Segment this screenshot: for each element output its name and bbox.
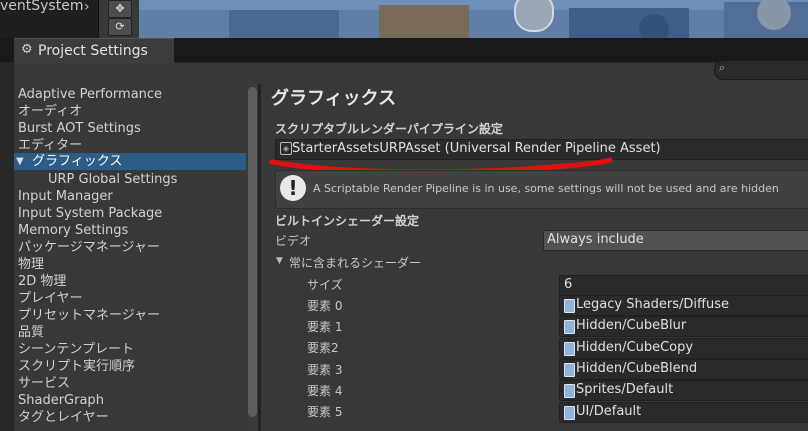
search-input[interactable]: ⌕ — [714, 60, 808, 80]
element-label: 要素2 — [307, 341, 339, 355]
help-text: A Scriptable Render Pipeline is in use, … — [313, 182, 779, 195]
window-toolbar — [14, 63, 808, 83]
shader-name: Hidden/CubeBlur — [576, 318, 687, 333]
sidebar-item-editor[interactable]: エディター — [18, 137, 82, 154]
gear-icon: ⚙ — [21, 42, 33, 57]
hierarchy-item-label[interactable]: ventSystem — [0, 0, 83, 14]
size-value: 6 — [564, 277, 573, 292]
shader-name: Hidden/CubeCopy — [576, 340, 694, 355]
sidebar-item-adaptive-performance[interactable]: Adaptive Performance — [18, 86, 162, 103]
scene-sky — [139, 0, 808, 10]
move-tool-icon[interactable]: ✥ — [108, 0, 132, 18]
shader-icon — [564, 342, 575, 356]
size-input[interactable]: 6 — [559, 275, 808, 296]
scene-sphere — [514, 0, 554, 32]
element-label: 要素 1 — [307, 320, 343, 334]
shader-name: Legacy Shaders/Diffuse — [576, 297, 729, 312]
element-label: 要素 5 — [307, 405, 343, 419]
sidebar-item-shadergraph[interactable]: ShaderGraph — [18, 392, 104, 409]
scene-view[interactable] — [139, 0, 808, 38]
sidebar-item-script-execution-order[interactable]: スクリプト実行順序 — [18, 358, 135, 375]
search-icon: ⌕ — [719, 61, 726, 74]
sidebar-item-physics-2d[interactable]: 2D 物理 — [18, 273, 66, 290]
element-label: 要素 3 — [307, 363, 343, 377]
foldout-arrow-icon[interactable]: ▼ — [276, 256, 283, 266]
sidebar-item-input-manager[interactable]: Input Manager — [18, 188, 113, 205]
sidebar-item-player[interactable]: プレイヤー — [18, 290, 83, 307]
tab-title: Project Settings — [38, 43, 148, 59]
sidebar-item-input-system-package[interactable]: Input System Package — [18, 205, 162, 222]
sidebar-item-package-manager[interactable]: パッケージマネージャー — [18, 239, 160, 256]
sidebar-item-memory-settings[interactable]: Memory Settings — [18, 222, 128, 239]
shader-object-field[interactable]: UI/Default — [559, 402, 808, 423]
shader-object-field[interactable]: Hidden/CubeCopy — [559, 338, 808, 359]
video-dropdown[interactable]: Always include — [543, 230, 808, 251]
shader-object-field[interactable]: Sprites/Default — [559, 380, 808, 401]
sidebar-item-physics[interactable]: 物理 — [18, 256, 44, 273]
hierarchy-expand-arrow-icon[interactable]: › — [84, 0, 90, 15]
srp-settings-label: スクリプタブルレンダーパイプライン設定 — [275, 122, 503, 136]
tab-project-settings[interactable]: ⚙ Project Settings — [14, 38, 174, 65]
shader-icon — [564, 299, 575, 313]
size-label: サイズ — [307, 278, 343, 292]
sidebar-item-quality[interactable]: 品質 — [18, 324, 44, 341]
scene-block — [569, 8, 689, 38]
shader-icon — [564, 384, 575, 398]
sidebar-item-tags-and-layers[interactable]: タグとレイヤー — [18, 409, 109, 426]
expand-arrow-icon[interactable]: ▼ — [16, 153, 24, 170]
sidebar-item-burst-aot[interactable]: Burst AOT Settings — [18, 120, 141, 137]
builtin-shader-settings-label: ビルトインシェーダー設定 — [275, 214, 420, 228]
shader-object-field[interactable]: Legacy Shaders/Diffuse — [559, 295, 808, 316]
scene-sphere — [639, 14, 669, 38]
shader-object-field[interactable]: Hidden/CubeBlur — [559, 316, 808, 337]
rotate-tool-icon[interactable]: ⟳ — [108, 18, 132, 36]
sidebar-item-urp-global-settings[interactable]: URP Global Settings — [48, 171, 177, 188]
warning-icon: ! — [280, 175, 306, 201]
scene-block — [229, 10, 339, 38]
element-label: 要素 0 — [307, 299, 343, 313]
sidebar-item-services[interactable]: サービス — [18, 375, 70, 392]
sidebar-item-scene-template[interactable]: シーンテンプレート — [18, 341, 134, 358]
shader-name: UI/Default — [576, 404, 642, 419]
sidebar-item-preset-manager[interactable]: プリセットマネージャー — [18, 307, 160, 324]
sidebar-item-audio[interactable]: オーディオ — [18, 103, 82, 120]
page-title: グラフィックス — [271, 88, 397, 109]
video-dropdown-value: Always include — [547, 232, 644, 247]
shader-icon — [564, 406, 575, 420]
video-label: ビデオ — [275, 234, 312, 248]
srp-help-box: ! A Scriptable Render Pipeline is in use… — [275, 170, 808, 209]
shader-name: Sprites/Default — [576, 382, 674, 397]
shader-object-field[interactable]: Hidden/CubeBlend — [559, 359, 808, 380]
shader-icon — [564, 363, 575, 377]
element-label: 要素 4 — [307, 384, 343, 398]
always-included-shaders-label[interactable]: 常に含まれるシェーダー — [289, 254, 421, 271]
sidebar-scrollbar-thumb[interactable] — [248, 87, 257, 417]
scene-block — [379, 5, 469, 38]
sidebar-item-graphics[interactable]: グラフィックス — [32, 153, 122, 170]
shader-icon — [564, 320, 575, 334]
shader-name: Hidden/CubeBlend — [576, 361, 698, 376]
